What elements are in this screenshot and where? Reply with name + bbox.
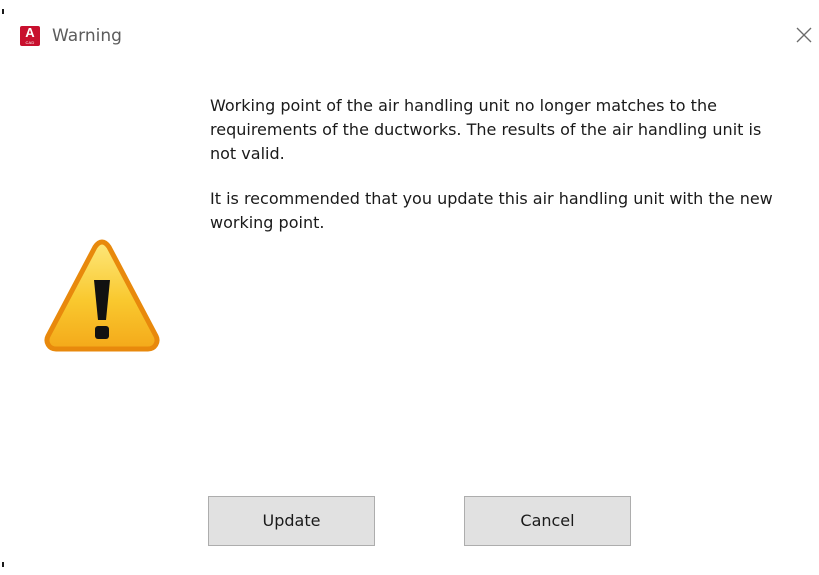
window-corner-mark-bottom (2, 562, 4, 567)
message-paragraph-1: Working point of the air handling unit n… (210, 96, 762, 163)
warning-icon (42, 236, 162, 354)
update-button[interactable]: Update (208, 496, 375, 546)
autocad-app-icon: A CAD (20, 25, 40, 46)
message-paragraph-2: It is recommended that you update this a… (210, 189, 773, 232)
warning-message: Working point of the air handling unit n… (210, 94, 790, 235)
window-title: Warning (52, 26, 122, 46)
window-corner-mark (2, 9, 4, 14)
close-icon (796, 27, 812, 43)
app-icon-sub: CAD (25, 40, 35, 45)
warning-dialog: A CAD Warning Working point of the air h… (0, 0, 819, 575)
cancel-button[interactable]: Cancel (464, 496, 631, 546)
title-bar[interactable]: A CAD Warning (8, 10, 819, 62)
app-icon-letter: A (25, 25, 35, 40)
close-button[interactable] (791, 22, 817, 48)
